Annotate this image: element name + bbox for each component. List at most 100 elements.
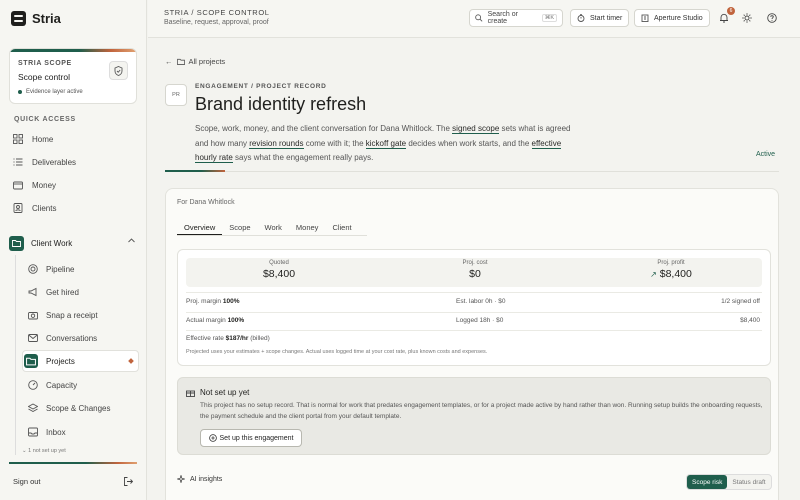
bell-icon [720,13,728,23]
sidebar-item-label: Conversations [46,333,98,343]
sidebar-item-label: Clients [32,203,57,213]
metric-value: 100% [227,317,245,324]
stat-projected-profit: Proj. profit ↗ $8,400 [611,260,731,280]
sidebar-item-home[interactable]: Home [13,131,53,147]
trend-up-icon: ↗ [650,270,657,279]
setup-engagement-button[interactable]: Set up this engagement [200,429,302,447]
tab-overview[interactable]: Overview [177,216,223,235]
help-button[interactable] [765,11,779,25]
page-description: Scope, work, money, and the client conve… [195,124,571,163]
sidebar-item-label: Capacity [46,380,78,390]
chevron-up-icon[interactable] [128,238,135,243]
est-labor: Est. labor 0h · $0 [456,298,506,305]
sidebar-item-money[interactable]: Money [13,177,56,193]
tab-client[interactable]: Client [325,216,358,235]
setup-button-label: Set up this engagement [219,434,294,442]
header-accent-bar [165,170,225,172]
client-label: For Dana Whitlock [177,199,235,206]
notification-count-badge: 6 [727,7,735,15]
gauge-icon [28,380,38,390]
inbox-icon [28,427,38,437]
tab-work[interactable]: Work [258,216,289,235]
sidebar-group-client-work[interactable]: Client Work [9,233,139,253]
theme-toggle-button[interactable] [740,11,754,25]
sidebar-accent-bar [9,462,137,464]
metric-label: Actual margin [186,317,226,324]
metric-row-projected: Proj. margin 100% Est. labor 0h · $0 1/2… [186,298,762,310]
sidebar-item-label: Snap a receipt [46,310,98,320]
insight-mode-toggle: Scope risk Status draft [686,474,772,490]
kickoff-gate-term[interactable]: kickoff gate [365,138,407,149]
layers-icon [28,403,38,413]
notifications-button[interactable]: 6 [717,7,735,25]
financial-summary-card: Quoted $8,400 Proj. cost $0 Proj. profit… [177,249,771,366]
tab-money[interactable]: Money [289,216,326,235]
sign-out-link[interactable]: Sign out [13,477,41,486]
logout-icon[interactable] [124,477,133,486]
status-badge: Active [756,151,776,158]
back-link-label: All projects [188,57,226,66]
scope-card[interactable]: STRIA SCOPE Scope control Evidence layer… [9,48,137,104]
quick-access-label: QUICK ACCESS [14,116,76,123]
tab-scope[interactable]: Scope [222,216,257,235]
sidebar-item-deliverables[interactable]: Deliverables [13,154,76,170]
signed-off-count: 1/2 signed off [721,298,760,305]
stat-projected-cost: Proj. cost $0 [415,260,535,280]
scope-card-status-text: Evidence layer active [26,89,83,95]
search-input[interactable]: Search or create ⌘K [469,9,563,27]
signed-scope-term[interactable]: signed scope [452,124,500,134]
sidebar-item-inbox[interactable]: Inbox [22,421,139,443]
metric-value: $187/hr [225,335,249,342]
sidebar-item-clients[interactable]: Clients [13,200,56,216]
brand[interactable]: Stria [11,11,61,26]
start-timer-button[interactable]: Start timer [570,9,630,27]
back-link[interactable]: ← All projects [165,57,225,66]
setup-notice: Not set up yet This project has no setup… [177,377,771,455]
folder-icon [9,235,24,251]
segment-status-draft[interactable]: Status draft [727,475,770,489]
sidebar-item-label: Projects [46,356,75,366]
segment-scope-risk[interactable]: Scope risk [687,475,728,489]
sparkle-icon [177,475,185,483]
sidebar-item-label: Money [32,180,57,190]
brand-name: Stria [32,11,61,26]
folder-icon [24,354,38,368]
arrow-left-icon: ← [165,57,173,66]
sidebar-item-label: Home [32,134,54,144]
sidebar-item-scope-changes[interactable]: Scope & Changes [22,397,139,419]
stat-value: $8,400 [262,268,296,280]
ai-insights-header: AI insights [177,475,222,483]
grid-icon [13,134,23,144]
divider [186,292,762,293]
plus-circle-icon [208,434,217,442]
sidebar-item-conversations[interactable]: Conversations [22,327,139,349]
sidebar-item-get-hired[interactable]: Get hired [22,281,139,303]
not-set-up-note[interactable]: ⌄ 1 not set up yet [22,448,66,454]
megaphone-icon [28,287,37,297]
page-eyebrow: ENGAGEMENT / PROJECT RECORD [195,83,327,90]
sidebar-item-capacity[interactable]: Capacity [22,374,139,396]
headline-stats: Quoted $8,400 Proj. cost $0 Proj. profit… [186,258,762,287]
scope-card-title: Scope control [18,72,70,82]
stat-quoted: Quoted $8,400 [219,260,339,280]
sun-icon [742,13,752,23]
sidebar-item-projects[interactable]: Projects [22,350,139,372]
help-icon [767,13,777,23]
attention-indicator-icon [128,358,134,364]
metric-row-actual: Actual margin 100% Logged 18h · $0 $8,40… [186,317,762,329]
timer-icon [577,14,585,22]
sidebar-item-snap-receipt[interactable]: Snap a receipt [22,304,139,326]
logged-time: Logged 18h · $0 [456,317,504,324]
metric-label: Effective rate [186,335,224,342]
target-icon [28,264,38,274]
sidebar-item-pipeline[interactable]: Pipeline [22,258,139,280]
camera-icon [28,312,38,320]
stat-value-text: $8,400 [659,268,692,280]
metric-note: (billed) [250,335,270,342]
shield-icon[interactable] [109,61,128,80]
sidebar-item-label: Scope & Changes [46,403,111,413]
scope-card-status: Evidence layer active [18,89,83,95]
studio-switcher-button[interactable]: Aperture Studio [634,9,710,27]
revision-rounds-term[interactable]: revision rounds [249,138,304,149]
wallet-icon [13,181,23,190]
